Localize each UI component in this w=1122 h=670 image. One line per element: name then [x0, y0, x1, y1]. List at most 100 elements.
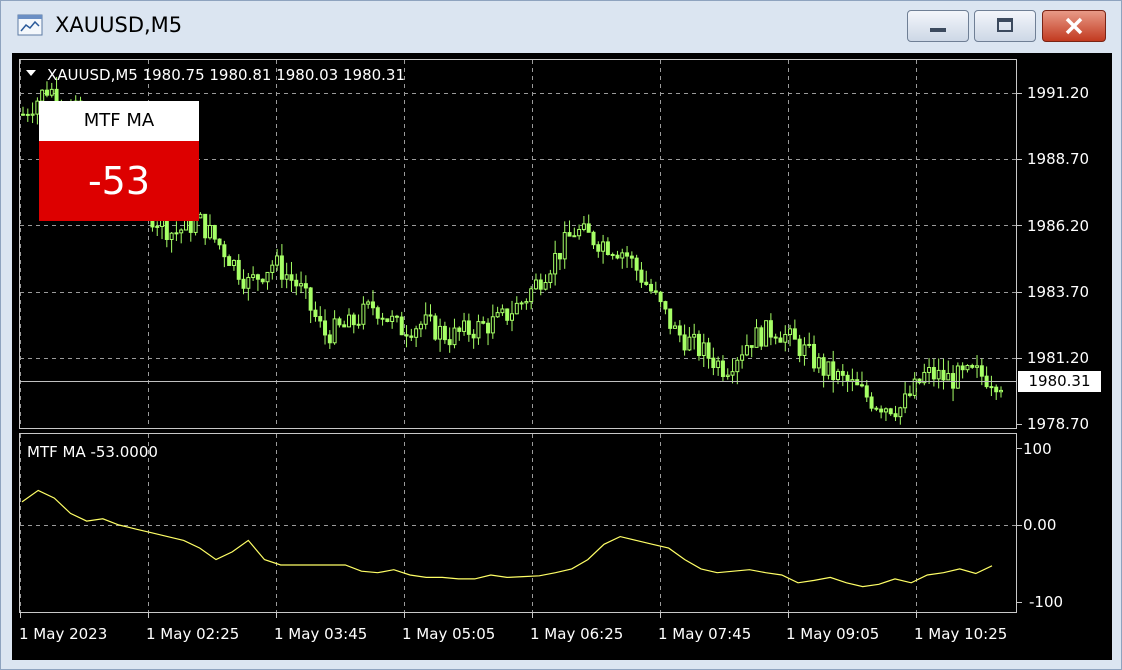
time-label: 1 May 02:25 [146, 625, 240, 643]
price-label: 1988.70 [1027, 150, 1090, 168]
candle-body [601, 241, 606, 252]
candle-body [975, 365, 980, 368]
candle-body [313, 309, 318, 318]
candle-body [533, 279, 538, 290]
caret-down-icon[interactable] [26, 70, 36, 76]
minimize-button[interactable] [907, 10, 969, 42]
candle-body [658, 291, 663, 303]
candle-body [505, 308, 510, 321]
candle-body [255, 274, 260, 280]
candle-body [960, 365, 965, 371]
chart-area[interactable]: XAUUSD,M5 1980.75 1980.81 1980.03 1980.3… [12, 53, 1112, 660]
candle-body [567, 232, 572, 237]
candle-body [735, 359, 740, 373]
candle-body [649, 283, 654, 292]
candle-body [927, 367, 932, 373]
candle-body [275, 255, 280, 266]
candle-body [869, 396, 874, 409]
candle-body [481, 321, 486, 324]
chart-window: XAUUSD,M5 XAUUSD,M5 1980.75 1980.81 1980… [0, 0, 1122, 670]
price-label: 1981.20 [1027, 349, 1090, 367]
title-bar[interactable]: XAUUSD,M5 [1, 1, 1121, 51]
candle-body [179, 229, 184, 234]
candle-body [668, 308, 673, 329]
candle-body [361, 303, 366, 325]
candle-body [418, 323, 423, 330]
candle-body [174, 232, 179, 235]
candle-body [903, 393, 908, 409]
candle-body [946, 373, 951, 381]
candle-body [807, 343, 812, 346]
candle-body [399, 316, 404, 336]
candle-body [615, 254, 620, 259]
candle-body [347, 314, 351, 328]
candle-body [773, 336, 778, 339]
candle-body [778, 337, 783, 343]
chart-window-icon [17, 14, 43, 36]
candle-body [447, 339, 452, 346]
candle-body [380, 317, 385, 320]
current-price-label: 1980.31 [1018, 371, 1101, 392]
candle-body [169, 232, 174, 240]
candle-body [716, 360, 721, 369]
candle-body [725, 374, 730, 377]
candle-body [404, 334, 409, 337]
mtf-ma-title: MTF MA [39, 101, 199, 141]
candle-body [227, 256, 232, 266]
candle-body [783, 334, 788, 343]
candle-body [687, 336, 692, 351]
time-label: 1 May 03:45 [274, 625, 368, 643]
close-button[interactable] [1042, 10, 1106, 42]
minimize-icon [930, 28, 946, 32]
candle-body [414, 328, 419, 338]
mtf-ma-value: -53 [39, 141, 199, 221]
candle-body [883, 408, 888, 413]
candle-body [21, 113, 25, 116]
candle-body [543, 282, 548, 290]
candle-body [332, 318, 337, 344]
candle-body [994, 386, 999, 393]
candle-body [581, 223, 586, 230]
maximize-button[interactable] [974, 10, 1036, 42]
candle-body [831, 361, 836, 381]
candle-body [768, 320, 773, 338]
chart-header: XAUUSD,M5 1980.75 1980.81 1980.03 1980.3… [47, 66, 406, 84]
time-label: 1 May 09:05 [786, 625, 880, 643]
candle-body [308, 287, 313, 311]
candle-body [859, 384, 864, 387]
candle-body [524, 301, 529, 304]
candle-body [370, 301, 375, 309]
candle-body [797, 338, 802, 356]
candle-body [25, 113, 30, 116]
candle-body [198, 213, 203, 219]
candle-body [514, 302, 519, 315]
candle-body [303, 283, 308, 289]
candle-body [764, 320, 769, 347]
mtf-ma-polyline [21, 489, 993, 588]
candle-body [366, 301, 371, 305]
candle-body [327, 334, 332, 344]
candle-body [260, 278, 265, 283]
time-label: 1 May 07:45 [658, 625, 752, 643]
mtf-ma-panel[interactable]: MTF MA -53 [39, 101, 199, 223]
candle-body [553, 252, 558, 275]
candle-body [471, 333, 476, 339]
candle-body [203, 213, 208, 239]
candle-body [490, 316, 495, 334]
candle-body [265, 271, 270, 283]
candle-body [701, 342, 706, 357]
candle-body [744, 345, 749, 356]
time-label: 1 May 06:25 [530, 625, 624, 643]
candle-body [951, 373, 956, 389]
candle-body [692, 333, 697, 338]
candle-body [299, 283, 304, 287]
candle-body [816, 357, 821, 369]
candle-body [989, 386, 994, 389]
candle-body [270, 264, 275, 273]
candle-body [279, 255, 284, 280]
time-label: 1 May 2023 [19, 625, 108, 643]
candle-body [864, 385, 869, 398]
candle-body [605, 241, 610, 256]
candle-body [452, 327, 457, 346]
candle-body [442, 325, 447, 341]
